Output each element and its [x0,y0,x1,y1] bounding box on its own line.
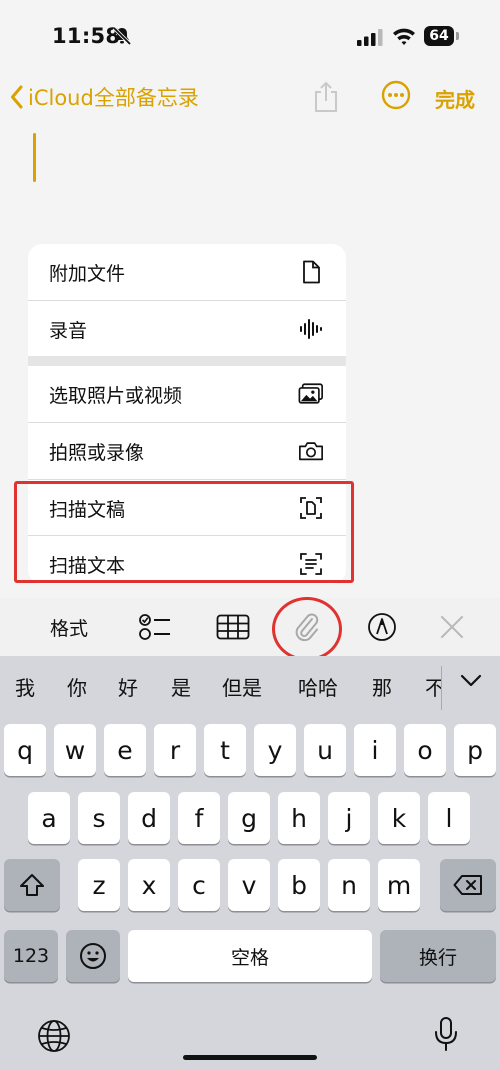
photos-icon [298,380,324,408]
candidate-word[interactable]: 好 [118,672,138,701]
key-z[interactable]: z [78,859,120,911]
keyboard: 我 你 好 是 但是 哈哈 那 不 q w e r t y u i o p a … [0,656,500,1070]
format-button[interactable]: 格式 [50,598,88,656]
shift-key[interactable] [4,859,60,911]
microphone-icon[interactable] [432,1016,460,1054]
back-button[interactable]: iCloud全部备忘录 [10,82,199,112]
key-j[interactable]: j [328,792,370,844]
key-f[interactable]: f [178,792,220,844]
key-i[interactable]: i [354,724,396,776]
menu-item-label: 选取照片或视频 [49,384,183,407]
key-w[interactable]: w [54,724,96,776]
table-icon[interactable] [216,598,250,656]
delete-key[interactable] [440,859,496,911]
key-h[interactable]: h [278,792,320,844]
battery-icon: 64 [424,26,460,46]
key-e[interactable]: e [104,724,146,776]
menu-item-label: 录音 [49,319,88,342]
candidate-word[interactable]: 不 [425,672,441,701]
key-p[interactable]: p [454,724,496,776]
key-d[interactable]: d [128,792,170,844]
key-c[interactable]: c [178,859,220,911]
markup-pen-icon[interactable] [367,598,397,656]
key-s[interactable]: s [78,792,120,844]
key-v[interactable]: v [228,859,270,911]
emoji-icon [80,943,106,969]
candidate-word[interactable]: 但是 [222,672,262,701]
scan-options-highlight [14,481,354,583]
shift-icon [20,874,44,896]
key-l[interactable]: l [428,792,470,844]
camera-icon [298,437,324,465]
document-icon [298,258,324,286]
key-x[interactable]: x [128,859,170,911]
cellular-signal-icon [357,29,383,46]
candidate-word[interactable]: 那 [372,672,392,701]
waveform-icon [298,315,324,343]
key-a[interactable]: a [28,792,70,844]
menu-item-label: 拍照或录像 [49,441,145,464]
key-y[interactable]: y [254,724,296,776]
key-m[interactable]: m [378,859,420,911]
back-label: iCloud全部备忘录 [28,86,199,110]
key-g[interactable]: g [228,792,270,844]
key-n[interactable]: n [328,859,370,911]
key-t[interactable]: t [204,724,246,776]
return-key[interactable]: 换行 [380,930,496,982]
share-icon[interactable] [312,80,340,114]
text-cursor [33,133,36,182]
menu-item-attach-file[interactable]: 附加文件 [28,244,346,300]
key-b[interactable]: b [278,859,320,911]
key-r[interactable]: r [154,724,196,776]
more-options-icon[interactable] [381,80,411,110]
key-u[interactable]: u [304,724,346,776]
candidate-word[interactable]: 我 [15,672,35,701]
close-icon[interactable] [440,598,464,656]
format-toolbar: 格式 [0,598,500,656]
emoji-key[interactable] [66,930,120,982]
key-q[interactable]: q [4,724,46,776]
nav-bar: iCloud全部备忘录 完成 [0,76,500,120]
candidate-word[interactable]: 哈哈 [298,672,338,701]
candidate-bar: 我 你 好 是 但是 哈哈 那 不 [0,656,500,716]
candidate-word[interactable]: 你 [67,672,87,701]
status-bar: 11:58 64 [0,0,500,76]
chevron-down-icon[interactable] [460,674,482,688]
candidate-word[interactable]: 是 [171,672,191,701]
attachment-button-highlight [272,597,342,661]
key-o[interactable]: o [404,724,446,776]
menu-item-choose-photo-video[interactable]: 选取照片或视频 [28,366,346,422]
silent-bell-icon [112,26,132,46]
space-key[interactable]: 空格 [128,930,372,982]
battery-level: 64 [424,26,454,46]
numbers-key[interactable]: 123 [4,930,58,982]
key-k[interactable]: k [378,792,420,844]
menu-item-take-photo-video[interactable]: 拍照或录像 [28,423,346,479]
menu-item-record-audio[interactable]: 录音 [28,301,346,357]
chevron-left-icon [11,85,23,109]
checklist-icon[interactable] [138,598,172,656]
delete-icon [453,875,482,895]
done-button[interactable]: 完成 [435,84,475,113]
status-time: 11:58 [52,24,121,48]
home-indicator [183,1055,317,1060]
wifi-icon [393,28,415,45]
menu-item-label: 附加文件 [49,262,126,285]
globe-icon[interactable] [36,1018,72,1054]
